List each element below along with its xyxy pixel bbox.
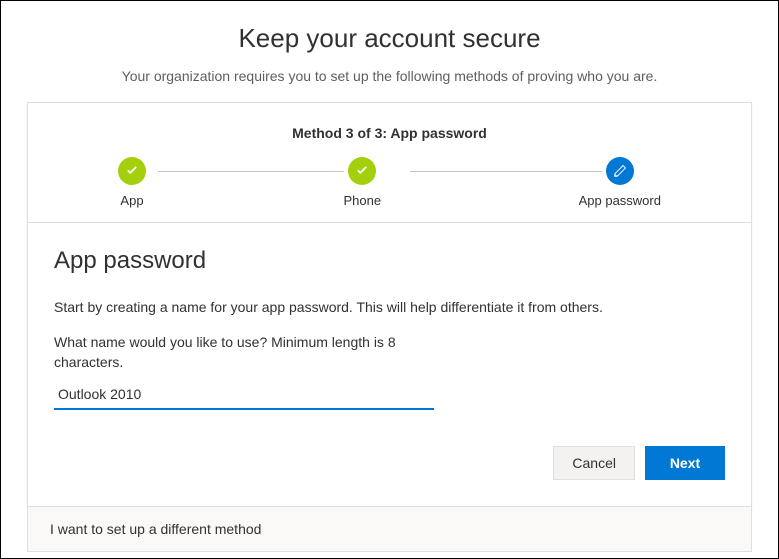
- section-title: App password: [54, 247, 725, 275]
- page-title: Keep your account secure: [21, 23, 758, 54]
- app-password-name-input[interactable]: [54, 380, 434, 410]
- step-label: App: [120, 193, 143, 208]
- progress-region: Method 3 of 3: App password App Phone: [28, 103, 751, 223]
- different-method-link[interactable]: I want to set up a different method: [50, 521, 261, 537]
- setup-card: Method 3 of 3: App password App Phone: [27, 102, 752, 507]
- step-app: App: [118, 157, 146, 208]
- footer-region: I want to set up a different method: [27, 507, 752, 552]
- method-label: Method 3 of 3: App password: [58, 125, 721, 141]
- step-label: Phone: [344, 193, 382, 208]
- instruction-text: Start by creating a name for your app pa…: [54, 299, 725, 315]
- form-region: App password Start by creating a name fo…: [28, 223, 751, 506]
- button-row: Cancel Next: [54, 446, 725, 480]
- checkmark-icon: [118, 157, 146, 185]
- pencil-icon: [606, 157, 634, 185]
- progress-steps: App Phone App password: [58, 157, 721, 208]
- checkmark-icon: [348, 157, 376, 185]
- next-button[interactable]: Next: [645, 446, 725, 480]
- step-label: App password: [579, 193, 661, 208]
- step-phone: Phone: [344, 157, 382, 208]
- page-subtitle: Your organization requires you to set up…: [21, 68, 758, 84]
- step-connector: [158, 171, 370, 172]
- prompt-text: What name would you like to use? Minimum…: [54, 333, 434, 372]
- cancel-button[interactable]: Cancel: [553, 446, 635, 480]
- step-app-password: App password: [579, 157, 661, 208]
